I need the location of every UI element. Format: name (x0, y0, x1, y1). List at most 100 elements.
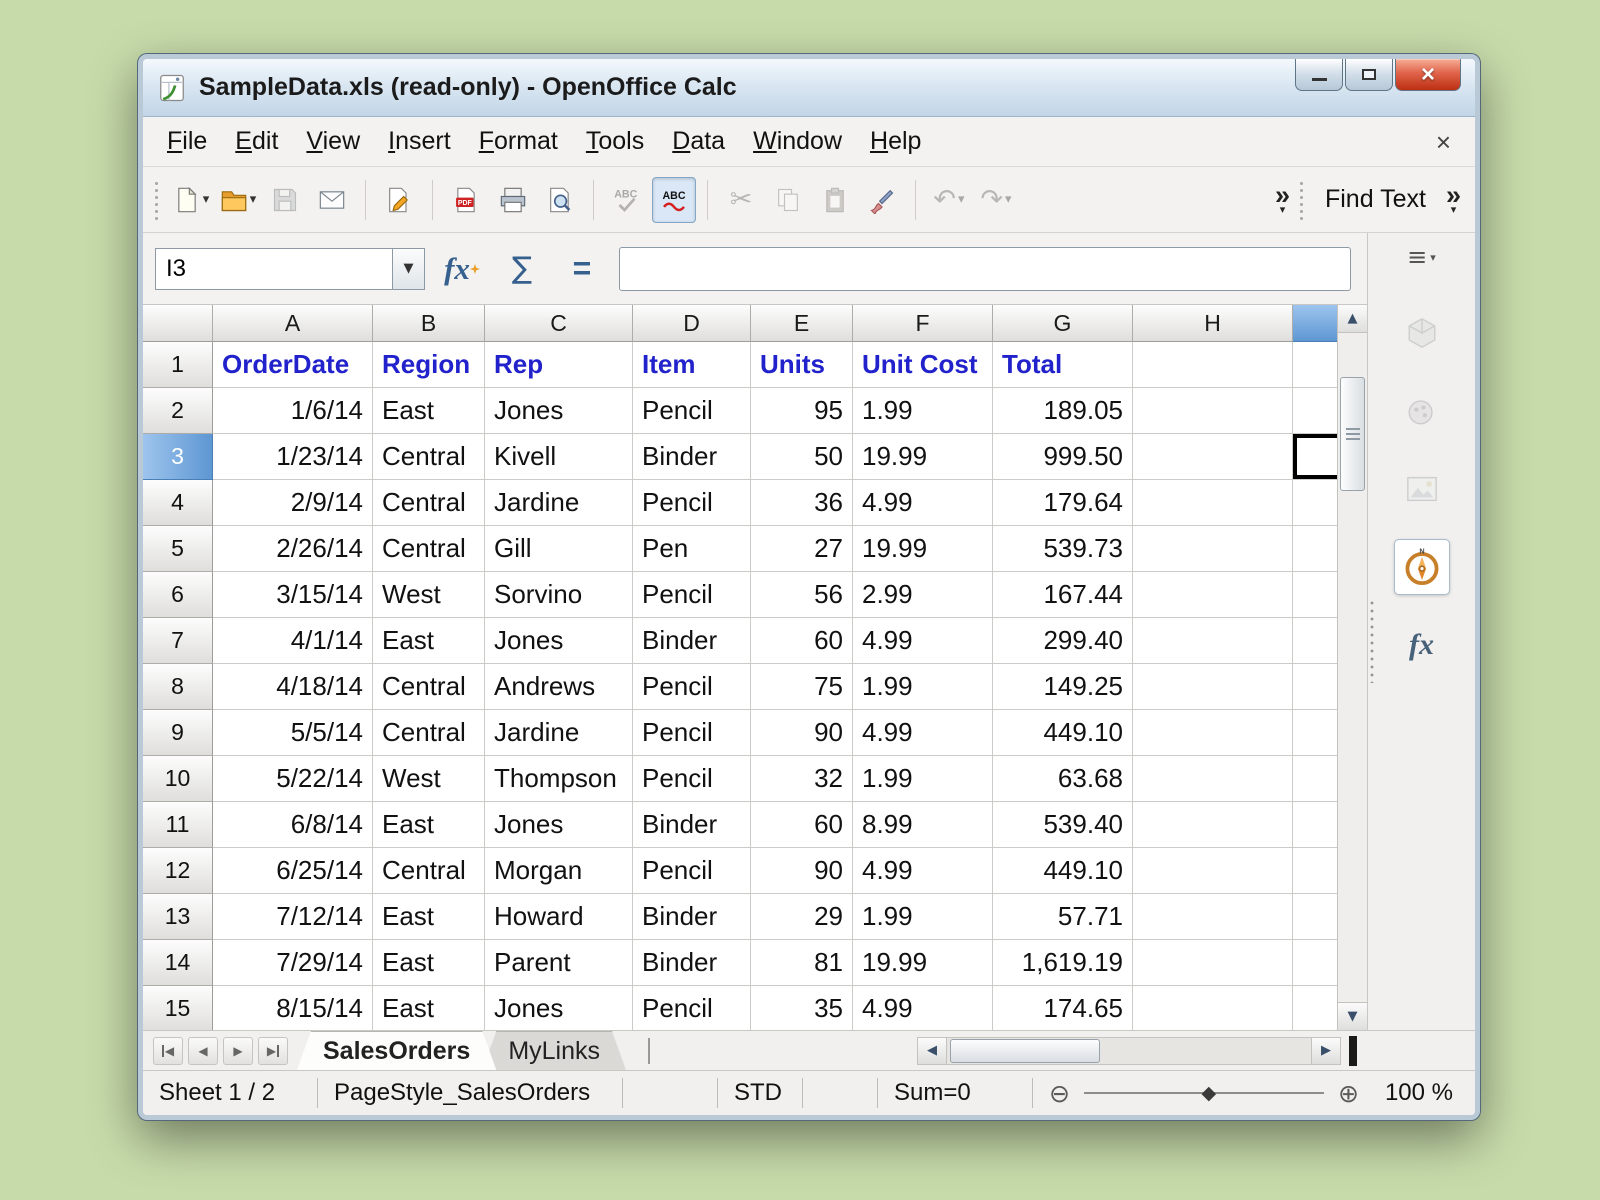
cell-E13[interactable]: 29 (751, 894, 853, 940)
cell-A8[interactable]: 4/18/14 (213, 664, 373, 710)
cell-C11[interactable]: Jones (485, 802, 633, 848)
cell-C6[interactable]: Sorvino (485, 572, 633, 618)
cell-H2[interactable] (1133, 388, 1293, 434)
find-toolbar-overflow-icon[interactable]: »▾ (1440, 185, 1467, 214)
horizontal-scroll-thumb[interactable] (950, 1039, 1100, 1063)
equals-button[interactable]: = (559, 246, 605, 292)
cell-D14[interactable]: Binder (633, 940, 751, 986)
row-header-7[interactable]: 7 (143, 618, 213, 664)
cell-G7[interactable]: 299.40 (993, 618, 1133, 664)
row-header-3[interactable]: 3 (143, 434, 213, 480)
cell-G2[interactable]: 189.05 (993, 388, 1133, 434)
open-button[interactable]: ▾ (216, 177, 260, 223)
cell-C5[interactable]: Gill (485, 526, 633, 572)
cell-I4[interactable] (1293, 480, 1337, 526)
zoom-level[interactable]: 100 % (1375, 1078, 1475, 1108)
first-sheet-icon[interactable]: ◀ (153, 1037, 183, 1065)
cell-A11[interactable]: 6/8/14 (213, 802, 373, 848)
cell-B5[interactable]: Central (373, 526, 485, 572)
cell-D2[interactable]: Pencil (633, 388, 751, 434)
cell-C8[interactable]: Andrews (485, 664, 633, 710)
menu-file[interactable]: File (153, 122, 221, 161)
cell-H15[interactable] (1133, 986, 1293, 1030)
cell-F1[interactable]: Unit Cost (853, 342, 993, 388)
row-header-2[interactable]: 2 (143, 388, 213, 434)
cell-F4[interactable]: 4.99 (853, 480, 993, 526)
cell-F10[interactable]: 1.99 (853, 756, 993, 802)
menu-edit[interactable]: Edit (221, 122, 292, 161)
undo-button[interactable]: ↶ ▾ (927, 177, 971, 223)
menu-help[interactable]: Help (856, 122, 935, 161)
cell-C1[interactable]: Rep (485, 342, 633, 388)
cell-E5[interactable]: 27 (751, 526, 853, 572)
cell-A13[interactable]: 7/12/14 (213, 894, 373, 940)
last-sheet-icon[interactable]: ▶ (258, 1037, 288, 1065)
tab-scrollbar-splitter[interactable] (643, 1038, 650, 1064)
cell-G15[interactable]: 174.65 (993, 986, 1133, 1030)
cell-G8[interactable]: 149.25 (993, 664, 1133, 710)
cell-D6[interactable]: Pencil (633, 572, 751, 618)
horizontal-scroll-track[interactable] (947, 1037, 1311, 1065)
cell-F14[interactable]: 19.99 (853, 940, 993, 986)
page-preview-button[interactable] (538, 177, 582, 223)
cell-C12[interactable]: Morgan (485, 848, 633, 894)
cell-E9[interactable]: 90 (751, 710, 853, 756)
cell-E7[interactable]: 60 (751, 618, 853, 664)
cell-I2[interactable] (1293, 388, 1337, 434)
cell-I1[interactable] (1293, 342, 1337, 388)
column-header-H[interactable]: H (1133, 305, 1293, 342)
scroll-down-icon[interactable]: ▼ (1338, 1002, 1367, 1030)
cell-F6[interactable]: 2.99 (853, 572, 993, 618)
name-box-dropdown[interactable]: ▼ (393, 248, 425, 290)
document-close-icon[interactable]: × (1422, 129, 1465, 155)
cell-A12[interactable]: 6/25/14 (213, 848, 373, 894)
cell-C10[interactable]: Thompson (485, 756, 633, 802)
sidebar-splitter[interactable] (1370, 599, 1374, 683)
scroll-right-icon[interactable]: ▶ (1311, 1037, 1341, 1065)
cell-C2[interactable]: Jones (485, 388, 633, 434)
row-header-13[interactable]: 13 (143, 894, 213, 940)
cell-I13[interactable] (1293, 894, 1337, 940)
row-header-8[interactable]: 8 (143, 664, 213, 710)
zoom-track[interactable]: ◆ (1084, 1092, 1324, 1094)
cell-D10[interactable]: Pencil (633, 756, 751, 802)
cell-B7[interactable]: East (373, 618, 485, 664)
cell-A9[interactable]: 5/5/14 (213, 710, 373, 756)
cell-F12[interactable]: 4.99 (853, 848, 993, 894)
cell-reference-input[interactable] (155, 248, 393, 290)
cell-E4[interactable]: 36 (751, 480, 853, 526)
scroll-left-icon[interactable]: ◀ (917, 1037, 947, 1065)
row-header-12[interactable]: 12 (143, 848, 213, 894)
cell-G12[interactable]: 449.10 (993, 848, 1133, 894)
column-header-I[interactable] (1293, 305, 1337, 342)
maximize-button[interactable] (1345, 59, 1393, 91)
cell-D4[interactable]: Pencil (633, 480, 751, 526)
cell-B1[interactable]: Region (373, 342, 485, 388)
undo-dropdown-icon[interactable]: ▾ (958, 192, 965, 207)
cell-B11[interactable]: East (373, 802, 485, 848)
menu-view[interactable]: View (292, 122, 374, 161)
cut-button[interactable]: ✂ (719, 177, 763, 223)
cell-F5[interactable]: 19.99 (853, 526, 993, 572)
cell-I14[interactable] (1293, 940, 1337, 986)
cell-B10[interactable]: West (373, 756, 485, 802)
cell-H3[interactable] (1133, 434, 1293, 480)
menu-insert[interactable]: Insert (374, 122, 465, 161)
cell-G4[interactable]: 179.64 (993, 480, 1133, 526)
autospellcheck-button[interactable]: ABC (652, 177, 696, 223)
cell-A4[interactable]: 2/9/14 (213, 480, 373, 526)
cell-C7[interactable]: Jones (485, 618, 633, 664)
column-header-A[interactable]: A (213, 305, 373, 342)
cell-A2[interactable]: 1/6/14 (213, 388, 373, 434)
find-toolbar-grip[interactable] (1299, 180, 1304, 220)
cell-F2[interactable]: 1.99 (853, 388, 993, 434)
cell-D15[interactable]: Pencil (633, 986, 751, 1030)
cell-C3[interactable]: Kivell (485, 434, 633, 480)
split-handle[interactable] (1349, 1036, 1357, 1066)
cell-E14[interactable]: 81 (751, 940, 853, 986)
column-header-C[interactable]: C (485, 305, 633, 342)
cell-E12[interactable]: 90 (751, 848, 853, 894)
minimize-button[interactable] (1295, 59, 1343, 91)
vertical-scroll-thumb[interactable] (1340, 377, 1365, 491)
cell-H11[interactable] (1133, 802, 1293, 848)
